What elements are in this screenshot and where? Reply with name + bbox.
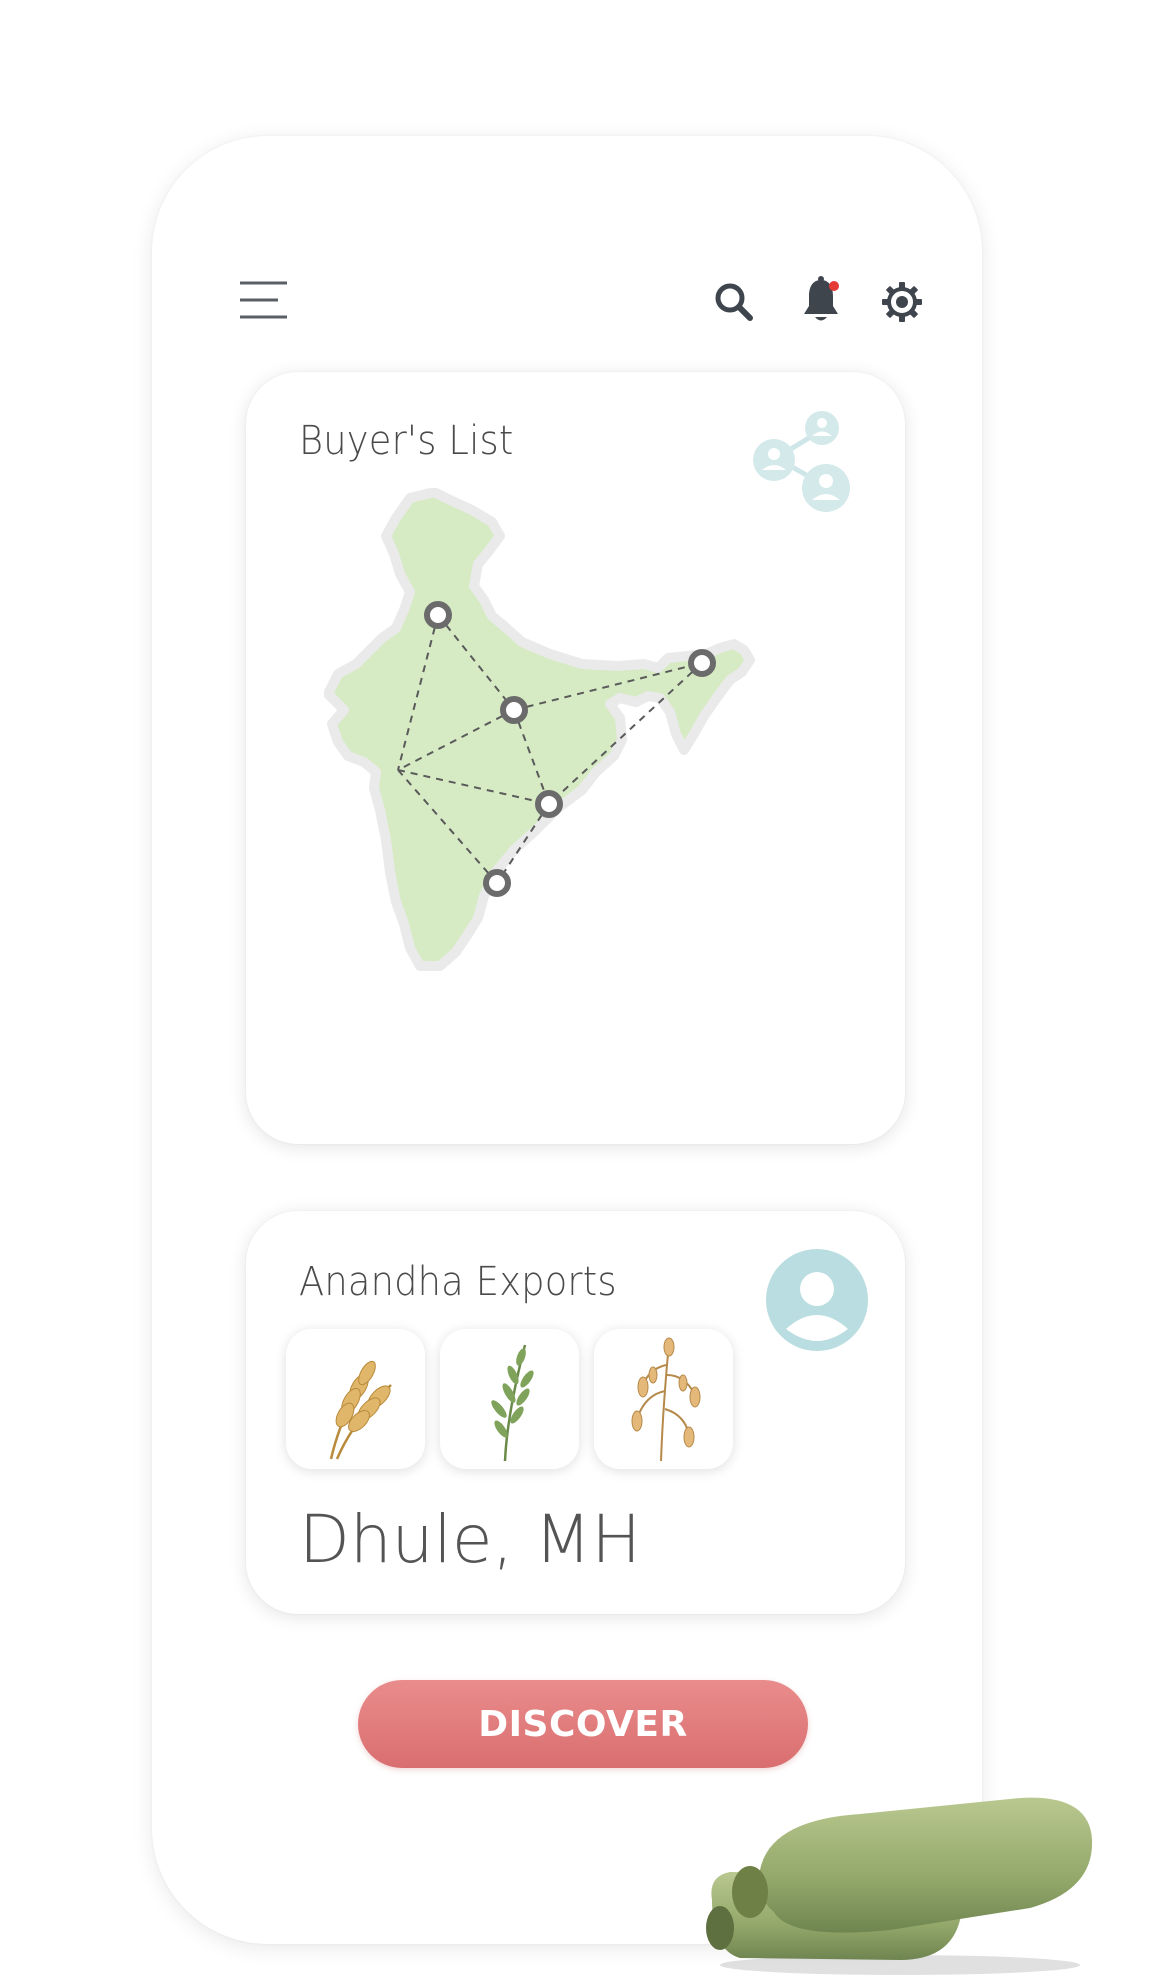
- zucchini-image: [706, 1797, 1093, 1975]
- buyers-list-card[interactable]: Buyer's List: [246, 372, 905, 1144]
- india-map: [324, 488, 755, 971]
- search-icon[interactable]: [714, 282, 754, 322]
- exporter-card[interactable]: Anandha Exports Dhule, MH: [246, 1211, 905, 1614]
- menu-icon[interactable]: [240, 280, 290, 320]
- map-node[interactable]: [483, 869, 511, 897]
- crop-tile-oats[interactable]: [594, 1329, 733, 1469]
- map-node[interactable]: [500, 696, 528, 724]
- map-node[interactable]: [688, 649, 716, 677]
- gear-icon[interactable]: [881, 281, 923, 323]
- discover-button[interactable]: DISCOVER: [358, 1680, 808, 1768]
- oats-icon: [631, 1337, 700, 1462]
- crop-list: [286, 1329, 733, 1469]
- millet-icon: [490, 1344, 534, 1462]
- exporter-location: Dhule, MH: [299, 1501, 641, 1578]
- exporter-name: Anandha Exports: [299, 1259, 617, 1305]
- notification-dot: [829, 281, 839, 291]
- crop-tile-millet[interactable]: [440, 1329, 579, 1469]
- bell-icon[interactable]: [800, 276, 842, 326]
- card-title: Buyer's List: [299, 418, 514, 464]
- wheat-icon: [329, 1360, 392, 1460]
- crop-tile-wheat[interactable]: [286, 1329, 425, 1469]
- map-node[interactable]: [535, 790, 563, 818]
- user-avatar-icon[interactable]: [766, 1249, 868, 1351]
- map-node[interactable]: [424, 601, 452, 629]
- india-outline: [324, 488, 755, 971]
